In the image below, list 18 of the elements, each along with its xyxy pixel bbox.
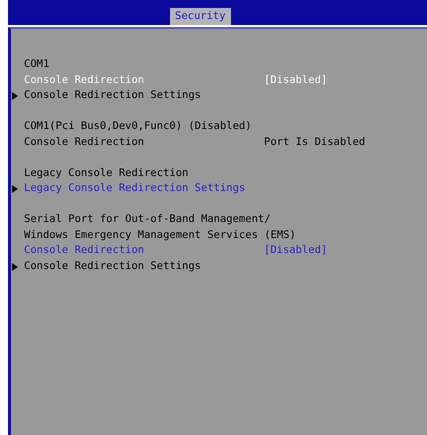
option-label[interactable]: Console Redirection — [24, 134, 144, 150]
section-heading: Legacy Console Redirection — [24, 166, 188, 180]
submenu-arrow-icon — [12, 262, 18, 270]
section-heading: Serial Port for Out-of-Band Management/ — [24, 212, 271, 227]
option-label[interactable]: Console Redirection — [24, 243, 144, 258]
option-value[interactable]: [Disabled] — [264, 72, 328, 88]
submenu-arrow-icon — [12, 92, 18, 100]
submenu-arrow-icon — [12, 185, 18, 193]
option-value[interactable]: Port Is Disabled — [264, 134, 366, 150]
option-value[interactable]: [Disabled] — [264, 243, 328, 258]
submenu-link[interactable]: Legacy Console Redirection Settings — [24, 181, 246, 196]
option-label[interactable]: Console Redirection — [24, 72, 144, 88]
section-heading: COM1(Pci Bus0,Dev0,Func0) (Disabled) — [24, 119, 252, 134]
submenu-link[interactable]: Console Redirection Settings — [24, 258, 202, 274]
menu-tab[interactable]: Security — [170, 8, 231, 25]
submenu-link[interactable]: Console Redirection Settings — [24, 88, 202, 104]
section-heading: COM1 — [24, 57, 50, 72]
section-heading: Windows Emergency Management Services (EMS) — [24, 228, 296, 242]
